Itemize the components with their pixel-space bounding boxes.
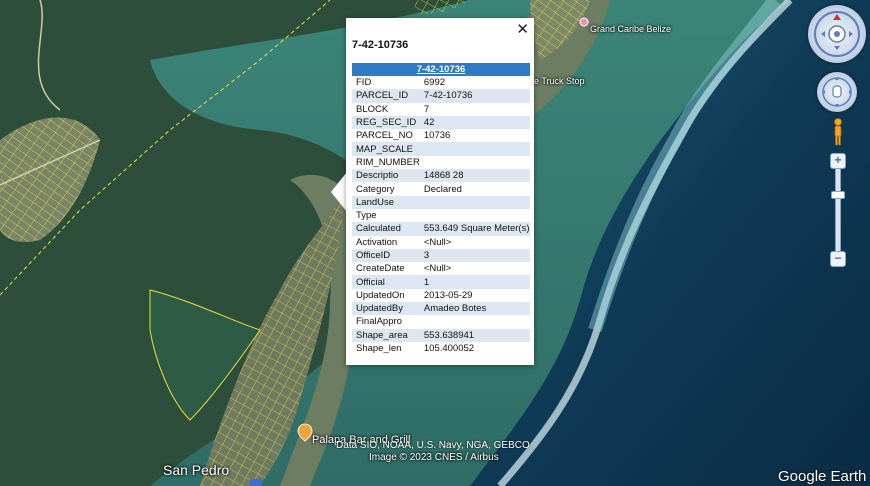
attribute-value: 105.400052 xyxy=(423,343,475,355)
attribute-key: Category xyxy=(356,183,395,195)
attribute-value xyxy=(419,195,530,209)
attribute-key: LandUse xyxy=(352,195,420,209)
popup-title: 7-42-10736 xyxy=(352,39,409,51)
table-row: Shape_len 105.400052 xyxy=(352,342,530,355)
pin-icon[interactable] xyxy=(579,17,589,27)
attribute-key: Descriptio xyxy=(352,169,420,183)
table-row: PARCEL_ID 7-42-10736 xyxy=(352,89,530,103)
attribute-key: Official xyxy=(352,275,420,289)
attribute-value: 3 xyxy=(419,248,530,263)
attribute-key: REG_SEC_ID xyxy=(352,115,420,130)
table-row: LandUse xyxy=(352,195,530,209)
table-row: Shape_area 553.638941 xyxy=(352,328,530,342)
attribute-value: 553.638941 xyxy=(419,328,530,342)
attribute-key: Calculated xyxy=(352,222,420,236)
attribute-value xyxy=(420,209,530,222)
attribute-key: FID xyxy=(356,77,372,89)
attribute-table: 7-42-10736 FID 6992 PARCEL_ID 7-42-10736 BLO… xyxy=(352,63,530,355)
table-row: OfficeID 3 xyxy=(352,248,530,263)
attribute-value: 553.649 Square Meter(s) xyxy=(419,222,530,236)
attribute-value xyxy=(420,156,530,169)
place-label-truck-stop[interactable]: e Truck Stop xyxy=(534,76,585,86)
attribute-value: 10736 xyxy=(423,130,451,142)
attribute-key: Shape_len xyxy=(356,343,402,355)
attribute-value: 7-42-10736 xyxy=(419,89,530,103)
attribute-key: Shape_area xyxy=(352,328,420,342)
attribute-value: <Null> xyxy=(423,236,452,248)
attribute-value: 14868 28 xyxy=(419,169,530,183)
attribute-key: UpdatedOn xyxy=(356,289,405,301)
table-row: Type xyxy=(352,209,530,222)
zoom-thumb[interactable] xyxy=(831,191,845,199)
marker-icon[interactable] xyxy=(250,479,262,486)
attribute-key: UpdatedBy xyxy=(352,302,420,316)
attribute-value xyxy=(420,315,530,328)
close-icon[interactable]: ✕ xyxy=(516,20,529,38)
attribute-key: BLOCK xyxy=(356,103,389,115)
place-label-san-pedro[interactable]: San Pedro xyxy=(163,462,229,478)
attribute-key: PARCEL_NO xyxy=(356,130,413,142)
attribute-key: Type xyxy=(356,210,377,222)
attribute-key: MAP_SCALE xyxy=(352,142,420,156)
zoom-track[interactable] xyxy=(835,161,841,263)
attribute-key: PARCEL_ID xyxy=(352,89,420,103)
attribute-value: 1 xyxy=(419,275,530,289)
table-row: CreateDate <Null> xyxy=(352,262,530,275)
table-row: PARCEL_NO 10736 xyxy=(352,129,530,142)
table-row: MAP_SCALE xyxy=(352,142,530,156)
attribution-image: Image © 2023 CNES / Airbus xyxy=(369,452,499,463)
attribute-key: RIM_NUMBER xyxy=(356,156,420,168)
pegman-icon[interactable] xyxy=(832,118,844,146)
table-row: Activation <Null> xyxy=(352,236,530,249)
zoom-out-icon[interactable]: − xyxy=(830,251,846,267)
zoom-in-icon[interactable]: + xyxy=(830,153,846,169)
google-earth-logo: Google Earth xyxy=(778,468,867,485)
parcel-info-popup: ✕ 7-42-10736 7-42-10736 FID 6992 PARCEL_ID… xyxy=(346,18,534,365)
table-row: UpdatedBy Amadeo Botes xyxy=(352,302,530,316)
table-row: BLOCK 7 xyxy=(352,103,530,116)
table-row: RIM_NUMBER xyxy=(352,156,530,169)
table-row: FinalAppro xyxy=(352,315,530,328)
hand-icon[interactable] xyxy=(817,72,857,112)
attribute-key: OfficeID xyxy=(352,248,420,263)
table-row: Descriptio 14868 28 xyxy=(352,169,530,183)
attribute-key: FinalAppro xyxy=(356,316,402,328)
table-row: Official 1 xyxy=(352,275,530,289)
table-header: 7-42-10736 xyxy=(352,63,530,76)
compass-icon[interactable] xyxy=(808,5,866,63)
table-row: REG_SEC_ID 42 xyxy=(352,115,530,130)
popup-pointer xyxy=(331,172,347,212)
table-row: UpdatedOn 2013-05-29 xyxy=(352,289,530,302)
attribute-value: 7 xyxy=(423,103,430,115)
attribute-key: Activation xyxy=(356,236,398,248)
table-row: Calculated 553.649 Square Meter(s) xyxy=(352,222,530,236)
attribute-value: 42 xyxy=(419,115,530,130)
attribute-value: Declared xyxy=(423,183,462,195)
table-row: Category Declared xyxy=(352,182,530,195)
attribute-value: 6992 xyxy=(423,77,446,89)
attribute-value: <Null> xyxy=(423,263,452,275)
place-label-grand-caribe[interactable]: Grand Caribe Belize xyxy=(590,24,671,34)
attribute-value: Amadeo Botes xyxy=(419,302,530,316)
attribution-data: Data SIO, NOAA, U.S. Navy, NGA, GEBCO xyxy=(336,440,530,451)
attribute-key: CreateDate xyxy=(356,263,405,275)
attribute-value xyxy=(419,142,530,156)
table-row: FID 6992 xyxy=(352,76,530,89)
attribute-value: 2013-05-29 xyxy=(423,289,473,301)
zoom-slider[interactable]: + − xyxy=(829,153,846,267)
